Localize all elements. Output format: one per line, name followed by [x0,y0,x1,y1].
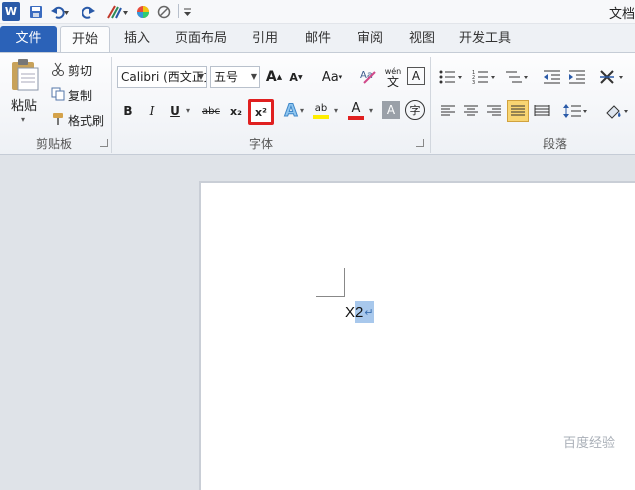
save-icon[interactable] [27,2,45,21]
document-text-line[interactable]: X 2 ↵ [345,301,374,323]
paste-icon[interactable] [6,57,42,93]
format-painter-button[interactable]: 格式刷 [68,112,104,129]
customize-qat-icon[interactable] [182,2,192,21]
font-group-label: 字体 [248,137,273,151]
line-spacing-icon[interactable] [562,100,590,122]
format-painter-icon[interactable] [50,111,66,127]
tab-mailings[interactable]: 邮件 [298,26,338,52]
window-title: 文档 [608,7,635,22]
underline-dropdown-icon[interactable]: ▾ [186,106,190,115]
tab-insert[interactable]: 插入 [117,26,157,52]
paste-dropdown-icon[interactable]: ▾ [21,115,25,124]
document-text[interactable]: X [345,304,355,321]
superscript-button[interactable]: x² [248,99,274,125]
font-name-value: Calibri (西文正文) [121,70,206,84]
document-canvas [0,155,635,490]
font-color-dropdown-icon[interactable]: ▾ [369,106,373,115]
grow-font-button[interactable]: A ▲ [264,66,284,88]
numbering-icon[interactable]: 123 [471,67,497,87]
subscript-button[interactable]: x₂ [226,101,246,121]
chevron-down-icon[interactable]: ▼ [251,67,257,87]
paragraph-mark-icon: ↵ [364,306,374,319]
ribbon-home: 粘贴 ▾ 剪切 复制 格式刷 剪贴板 Calibri (西文正文) ▼ 五号 ▼… [0,52,635,155]
undo-icon[interactable] [49,2,71,21]
highlight-dropdown-icon[interactable]: ▾ [334,106,338,115]
svg-text:3: 3 [472,80,475,85]
underline-button[interactable]: U [166,101,184,121]
group-separator [111,57,112,153]
highlight-color-swatch [313,115,329,119]
clipboard-group-label: 剪贴板 [35,137,72,151]
enclose-characters-button[interactable]: 字 [405,100,425,120]
distributed-icon[interactable] [532,101,552,121]
font-name-combo[interactable]: Calibri (西文正文) ▼ [117,66,207,88]
word-logo-icon: W [2,2,20,21]
tab-page-layout[interactable]: 页面布局 [170,26,232,52]
copy-button[interactable]: 复制 [68,87,92,104]
change-case-button[interactable]: Aa ▾ [318,66,346,88]
quick-access-toolbar: W 文档 [0,0,635,24]
selected-text[interactable]: 2 ↵ [355,301,374,323]
shrink-font-button[interactable]: A ▼ [286,66,306,88]
character-shading-button[interactable]: A [382,101,400,119]
align-right-icon[interactable] [484,101,504,121]
character-border-button[interactable]: A [407,67,425,85]
font-color-button[interactable]: A [345,100,367,122]
tab-view[interactable]: 视图 [402,26,442,52]
tab-review[interactable]: 审阅 [350,26,390,52]
qat-separator [178,4,179,18]
align-left-icon[interactable] [438,101,458,121]
font-launcher-icon[interactable] [416,139,424,147]
bullets-icon[interactable] [438,67,464,87]
margin-corner-mark [344,268,345,297]
cut-button[interactable]: 剪切 [68,62,92,79]
redo-icon[interactable] [80,2,98,21]
font-size-value: 五号 [214,70,239,84]
clipboard-launcher-icon[interactable] [100,139,108,147]
group-separator [430,57,431,153]
strikethrough-button[interactable]: abc [198,101,224,121]
bold-button[interactable]: B [118,101,138,121]
chevron-down-icon[interactable]: ▼ [198,67,204,87]
tab-developer[interactable]: 开发工具 [452,26,518,52]
tab-file[interactable]: 文件 [0,26,57,52]
italic-button[interactable]: I [142,101,162,121]
watermark-logo: 百度经验 [562,436,615,451]
paste-button[interactable]: 粘贴 [11,95,37,114]
highlight-button[interactable]: ab [310,100,332,122]
clear-format-icon[interactable]: Aa [358,65,378,87]
pinyin-guide-button[interactable]: wén 文 [381,65,405,89]
increase-indent-icon[interactable] [567,67,587,87]
color-wheel-icon[interactable] [135,2,151,21]
eraser-icon[interactable] [156,2,172,21]
margin-corner-mark [316,296,344,297]
paragraph-shading-icon[interactable] [603,100,631,122]
align-center-icon[interactable] [461,101,481,121]
chinese-layout-icon[interactable] [598,67,628,87]
tab-home[interactable]: 开始 [60,26,110,52]
ribbon-tab-bar: 文件 开始 插入 页面布局 引用 邮件 审阅 视图 开发工具 [0,24,635,52]
brush-tool-icon[interactable] [104,2,130,21]
justify-icon[interactable] [507,100,529,122]
font-size-combo[interactable]: 五号 ▼ [210,66,260,88]
decrease-indent-icon[interactable] [542,67,562,87]
font-color-swatch [348,116,364,120]
multilevel-list-icon[interactable] [504,67,530,87]
tab-references[interactable]: 引用 [245,26,285,52]
cut-icon[interactable] [50,61,66,77]
text-effects-button[interactable]: A [281,100,301,122]
paragraph-group-label: 段落 [542,137,567,151]
copy-icon[interactable] [50,86,66,102]
text-effects-dropdown-icon[interactable]: ▾ [300,106,304,115]
